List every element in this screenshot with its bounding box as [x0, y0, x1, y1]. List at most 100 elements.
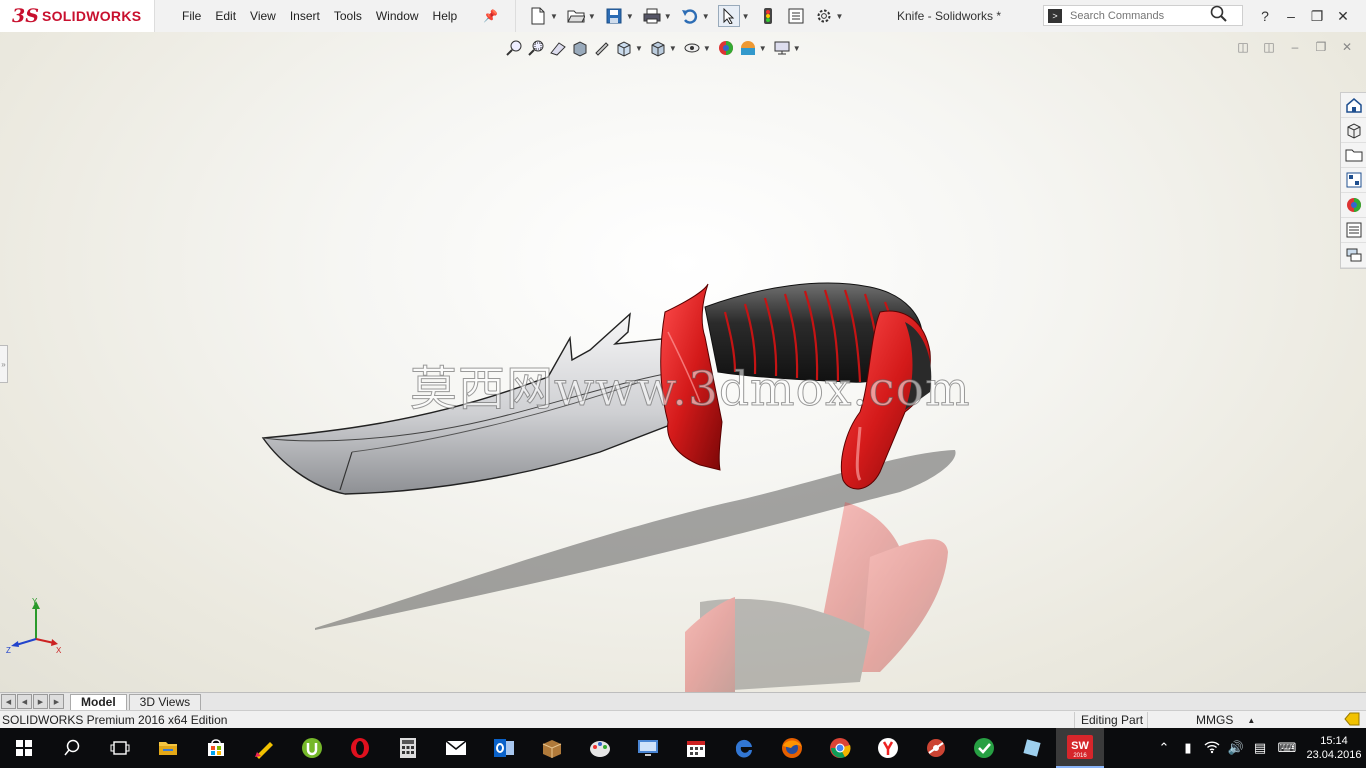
chevron-up-icon[interactable]: ⌃: [1152, 740, 1176, 756]
view-settings-icon[interactable]: [771, 38, 793, 58]
menu-tools[interactable]: Tools: [327, 9, 369, 23]
rebuild-tag-icon[interactable]: [1344, 712, 1360, 729]
menu-file[interactable]: File: [175, 9, 208, 23]
design-library-icon[interactable]: [1341, 118, 1366, 143]
chevron-down-icon[interactable]: ▼: [742, 12, 750, 21]
open-folder-icon[interactable]: [566, 6, 586, 26]
store-icon[interactable]: [192, 728, 240, 768]
zoom-to-fit-icon[interactable]: [503, 38, 525, 58]
calculator-icon[interactable]: [384, 728, 432, 768]
menu-insert[interactable]: Insert: [283, 9, 327, 23]
hide-show-items-icon[interactable]: [681, 38, 703, 58]
chevron-down-icon[interactable]: ▼: [793, 44, 801, 53]
first-tab-icon[interactable]: ◀: [1, 694, 16, 709]
file-properties-icon[interactable]: [786, 6, 806, 26]
unit-system-selector[interactable]: MMGS ▲: [1147, 712, 1255, 728]
chevron-down-icon[interactable]: ▼: [626, 12, 634, 21]
previous-view-icon[interactable]: [547, 38, 569, 58]
new-document-icon[interactable]: [528, 6, 548, 26]
file-explorer-icon[interactable]: [1341, 143, 1366, 168]
previous-tab-icon[interactable]: ◀: [17, 694, 32, 709]
save-icon[interactable]: [604, 6, 624, 26]
search-icon[interactable]: [1210, 5, 1228, 26]
search-commands-box[interactable]: >: [1043, 5, 1243, 26]
last-tab-icon[interactable]: ▶: [49, 694, 64, 709]
mail-icon[interactable]: [432, 728, 480, 768]
menu-window[interactable]: Window: [369, 9, 426, 23]
help-icon[interactable]: ?: [1252, 8, 1278, 24]
utorrent-icon[interactable]: [288, 728, 336, 768]
graphics-area[interactable]: 莫西网www.3dmox.com ▼ ▼ ▼ ▼ ▼ ◫ ◫ – ❐ ✕ » Y…: [0, 32, 1366, 692]
chevron-down-icon[interactable]: ▼: [635, 44, 643, 53]
file-explorer-icon[interactable]: [144, 728, 192, 768]
wifi-icon[interactable]: [1200, 740, 1224, 757]
options-gear-icon[interactable]: [814, 6, 834, 26]
search-icon[interactable]: [48, 728, 96, 768]
display-style-icon[interactable]: [647, 38, 669, 58]
collapse-left-icon[interactable]: ◫: [1230, 40, 1256, 54]
restore-icon[interactable]: ❐: [1304, 8, 1330, 25]
taskbar-app-icon[interactable]: [240, 728, 288, 768]
edge-icon[interactable]: [720, 728, 768, 768]
chevron-down-icon[interactable]: ▼: [702, 12, 710, 21]
yandex-browser-icon[interactable]: [864, 728, 912, 768]
taskbar-app-icon[interactable]: [960, 728, 1008, 768]
forum-icon[interactable]: [1341, 243, 1366, 268]
view-orientation-icon[interactable]: [613, 38, 635, 58]
edit-appearance-icon[interactable]: [715, 38, 737, 58]
remote-desktop-icon[interactable]: [624, 728, 672, 768]
menu-edit[interactable]: Edit: [208, 9, 243, 23]
dynamic-annotation-icon[interactable]: [591, 38, 613, 58]
taskbar-app-icon[interactable]: [528, 728, 576, 768]
apply-scene-icon[interactable]: [737, 38, 759, 58]
opera-icon[interactable]: [336, 728, 384, 768]
volume-icon[interactable]: 🔊: [1224, 740, 1248, 756]
chrome-icon[interactable]: [816, 728, 864, 768]
menu-view[interactable]: View: [243, 9, 283, 23]
taskbar-app-icon[interactable]: [912, 728, 960, 768]
firefox-icon[interactable]: [768, 728, 816, 768]
chevron-down-icon[interactable]: ▼: [703, 44, 711, 53]
task-view-icon[interactable]: [96, 728, 144, 768]
paint-palette-icon[interactable]: [576, 728, 624, 768]
taskbar-app-icon[interactable]: [1008, 728, 1056, 768]
close-icon[interactable]: ✕: [1330, 8, 1356, 25]
menu-help[interactable]: Help: [426, 9, 465, 23]
chevron-down-icon[interactable]: ▼: [664, 12, 672, 21]
print-icon[interactable]: [642, 6, 662, 26]
feature-manager-expand-handle[interactable]: »: [0, 345, 8, 383]
section-view-icon[interactable]: [569, 38, 591, 58]
viewport-close-icon[interactable]: ✕: [1334, 40, 1360, 54]
action-center-icon[interactable]: ▤: [1248, 740, 1272, 756]
zoom-to-area-icon[interactable]: [525, 38, 547, 58]
collapse-right-icon[interactable]: ◫: [1256, 40, 1282, 54]
windows-start-icon[interactable]: [0, 728, 48, 768]
chevron-down-icon[interactable]: ▼: [759, 44, 767, 53]
tab-model[interactable]: Model: [70, 693, 127, 710]
chevron-down-icon[interactable]: ▼: [588, 12, 596, 21]
minimize-icon[interactable]: –: [1278, 8, 1304, 24]
custom-properties-icon[interactable]: [1341, 218, 1366, 243]
keyboard-icon[interactable]: ⌨: [1272, 740, 1302, 756]
viewport-restore-icon[interactable]: ❐: [1308, 40, 1334, 54]
chevron-down-icon[interactable]: ▼: [669, 44, 677, 53]
view-palette-icon[interactable]: [1341, 168, 1366, 193]
chevron-down-icon[interactable]: ▼: [836, 12, 844, 21]
outlook-icon[interactable]: [480, 728, 528, 768]
viewport-minimize-icon[interactable]: –: [1282, 40, 1308, 54]
solidworks-logo[interactable]: 3S SOLIDWORKS: [0, 0, 155, 32]
appearances-scenes-icon[interactable]: [1341, 193, 1366, 218]
search-input[interactable]: [1068, 8, 1202, 23]
tab-3d-views[interactable]: 3D Views: [128, 693, 202, 710]
solidworks-resources-home-icon[interactable]: [1341, 93, 1366, 118]
undo-icon[interactable]: [680, 6, 700, 26]
chevron-down-icon[interactable]: ▼: [550, 12, 558, 21]
solidworks-taskbar-icon[interactable]: SW 2016: [1056, 728, 1104, 768]
next-tab-icon[interactable]: ▶: [33, 694, 48, 709]
clock[interactable]: 15:14 23.04.2016: [1302, 734, 1366, 762]
pin-menu-icon[interactable]: 📌: [476, 9, 505, 23]
battery-icon[interactable]: ▮: [1176, 740, 1200, 756]
calendar-icon[interactable]: [672, 728, 720, 768]
rebuild-traffic-light-icon[interactable]: [758, 6, 778, 26]
select-cursor-icon[interactable]: [717, 5, 740, 27]
